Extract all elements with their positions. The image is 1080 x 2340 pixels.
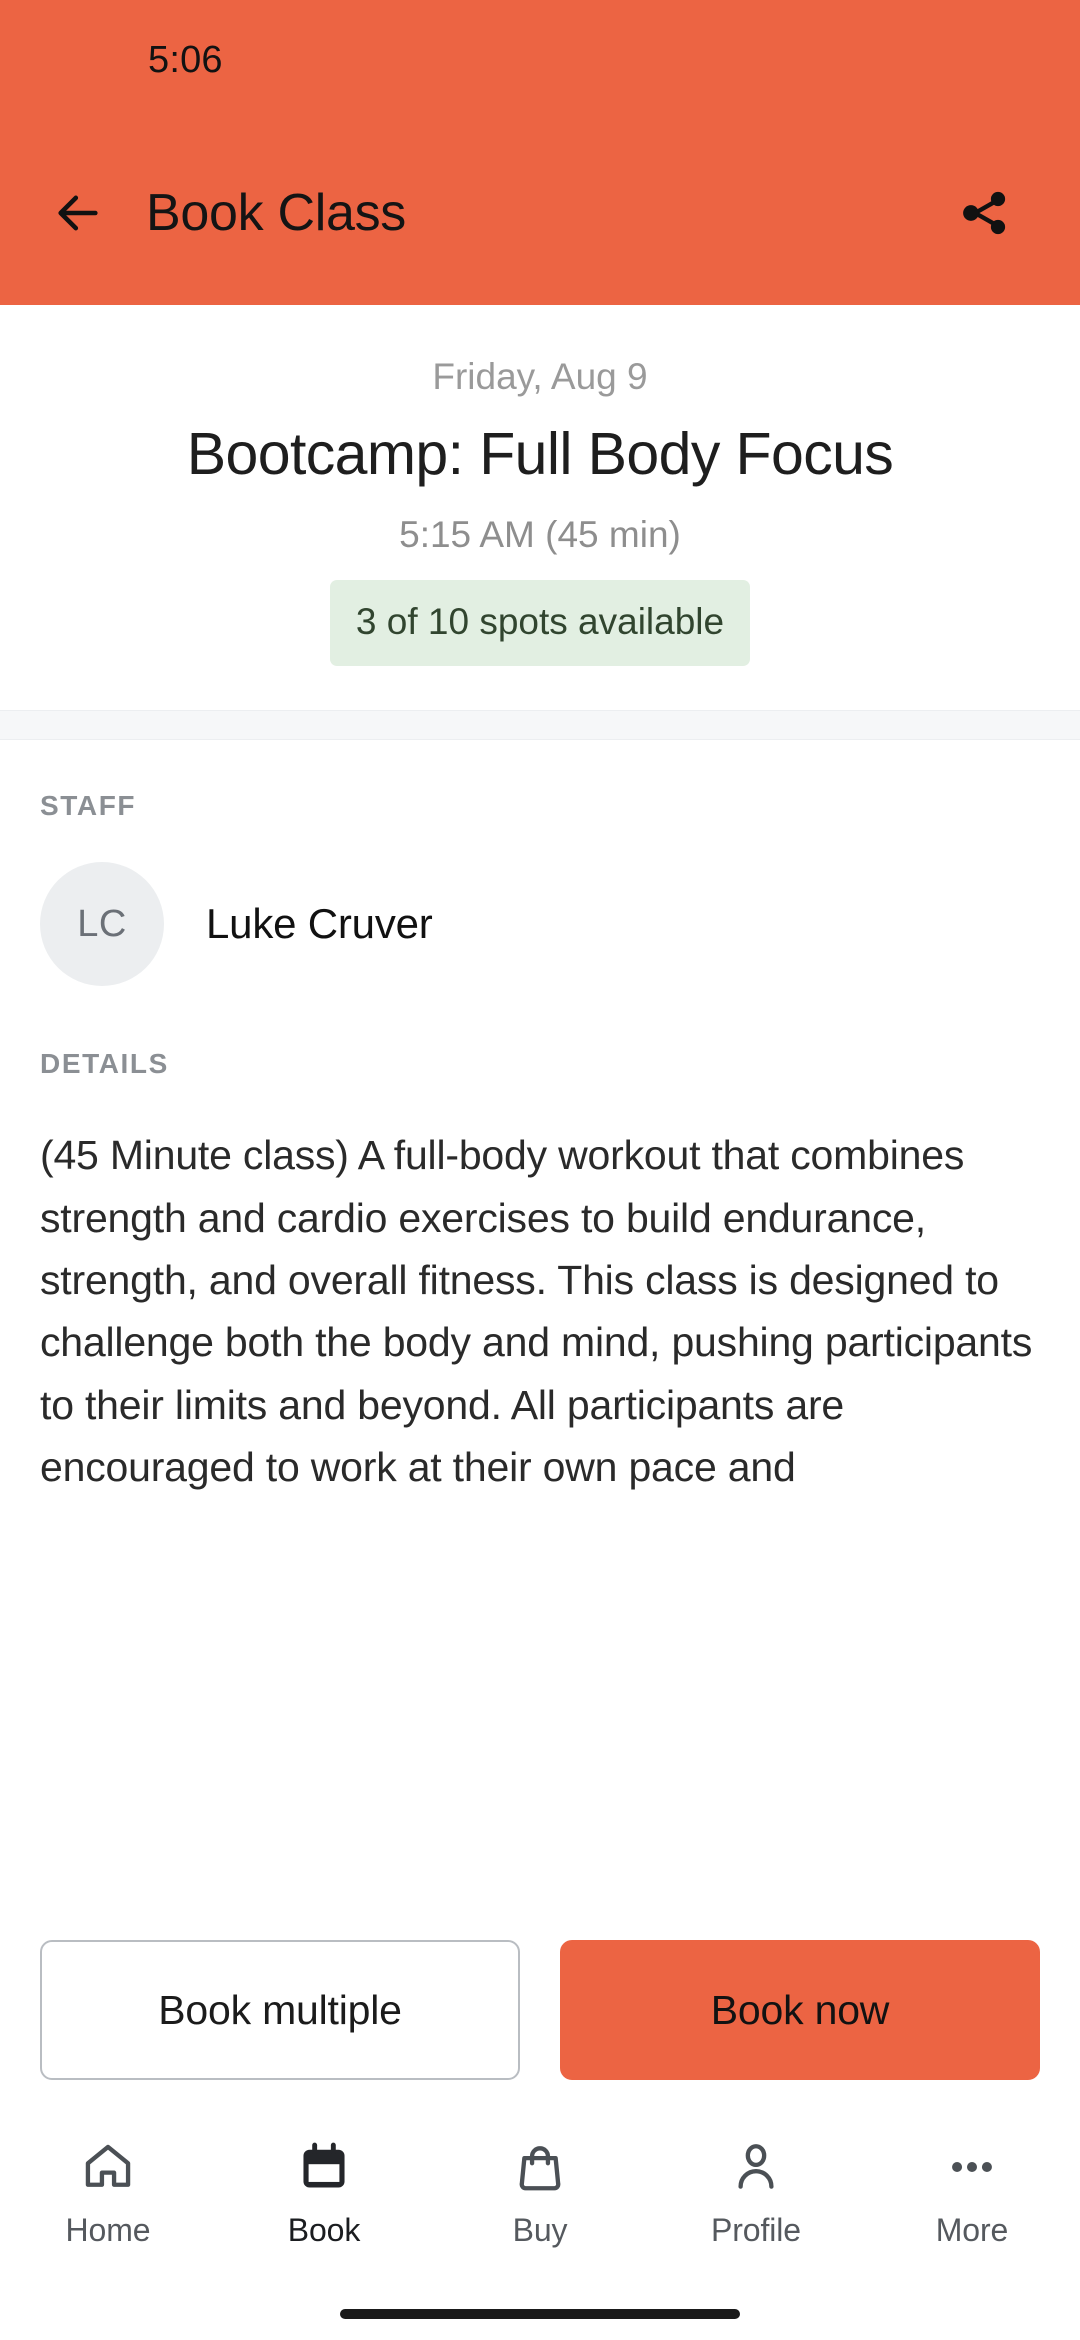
action-bar: Book multiple Book now bbox=[0, 1922, 1080, 2110]
class-time-duration: 5:15 AM (45 min) bbox=[399, 514, 681, 556]
share-button[interactable] bbox=[946, 175, 1022, 251]
nav-item-more[interactable]: More bbox=[864, 2136, 1080, 2249]
details-description: (45 Minute class) A full-body workout th… bbox=[40, 1132, 1033, 1490]
calendar-icon-wrap bbox=[296, 2136, 352, 2198]
ellipsis-icon bbox=[952, 2161, 992, 2173]
person-icon bbox=[738, 2144, 774, 2189]
nav-label-more: More bbox=[935, 2212, 1009, 2248]
staff-section-label: STAFF bbox=[40, 790, 137, 822]
book-multiple-button[interactable]: Book multiple bbox=[40, 1940, 520, 2080]
nav-item-buy[interactable]: Buy bbox=[432, 2136, 648, 2249]
details-section-label: DETAILS bbox=[40, 1048, 169, 1080]
status-bar-clock: 5:06 bbox=[148, 38, 223, 81]
class-title: Bootcamp: Full Body Focus bbox=[186, 421, 894, 488]
share-icon bbox=[963, 191, 1006, 234]
section-divider-band bbox=[0, 710, 1080, 741]
arrow-left-icon bbox=[58, 195, 98, 230]
staff-name: Luke Cruver bbox=[206, 900, 433, 948]
calendar-icon bbox=[303, 2142, 345, 2188]
page-title: Book Class bbox=[146, 183, 406, 242]
home-icon bbox=[85, 2144, 131, 2187]
nav-item-home[interactable]: Home bbox=[0, 2136, 216, 2249]
home-icon-wrap bbox=[80, 2136, 136, 2198]
app-bar: 5:06 Book Class bbox=[0, 0, 1080, 305]
nav-item-book[interactable]: Book bbox=[216, 2136, 432, 2249]
nav-item-profile[interactable]: Profile bbox=[648, 2136, 864, 2249]
nav-label-home: Home bbox=[65, 2212, 151, 2248]
home-indicator[interactable] bbox=[340, 2309, 740, 2319]
class-details-scroll[interactable]: STAFF LC Luke Cruver DETAILS (45 Minute … bbox=[0, 740, 1080, 1922]
status-bar: 5:06 bbox=[0, 0, 1080, 120]
nav-label-profile: Profile bbox=[710, 2212, 801, 2248]
home-indicator-area bbox=[0, 2288, 1080, 2340]
class-summary: Friday, Aug 9 Bootcamp: Full Body Focus … bbox=[0, 305, 1080, 711]
avatar: LC bbox=[40, 862, 164, 987]
app-bar-row: Book Class bbox=[0, 120, 1080, 305]
person-icon-wrap bbox=[728, 2136, 784, 2198]
back-button[interactable] bbox=[52, 177, 124, 249]
bottom-navigation: Home Book Buy Profile More bbox=[0, 2110, 1080, 2288]
nav-label-buy: Buy bbox=[512, 2212, 568, 2248]
nav-label-book: Book bbox=[287, 2212, 361, 2248]
book-now-button[interactable]: Book now bbox=[560, 1940, 1040, 2080]
shopping-bag-icon bbox=[519, 2146, 561, 2191]
app-screen: 5:06 Book Class Friday, Aug 9 Bootcamp: … bbox=[0, 0, 1080, 2340]
class-date: Friday, Aug 9 bbox=[432, 356, 648, 397]
staff-row[interactable]: LC Luke Cruver bbox=[40, 862, 1040, 987]
spots-available-badge: 3 of 10 spots available bbox=[329, 579, 751, 667]
shopping-bag-icon-wrap bbox=[512, 2136, 568, 2198]
ellipsis-icon-wrap bbox=[944, 2136, 1000, 2198]
